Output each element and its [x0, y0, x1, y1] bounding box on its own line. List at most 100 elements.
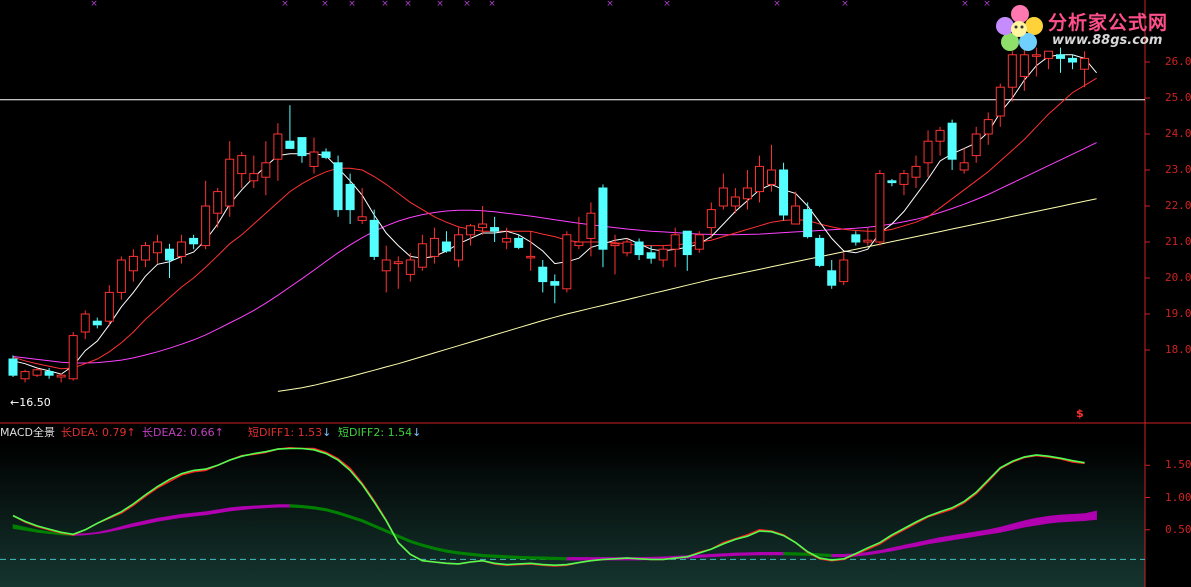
dea-ribbon-segment	[698, 553, 712, 558]
candle-body	[682, 230, 692, 256]
price-mark-symbol: $	[1076, 407, 1084, 420]
candle	[381, 245, 391, 293]
dea-ribbon-segment	[795, 552, 808, 556]
candle	[333, 155, 343, 217]
candle-body	[1031, 54, 1041, 57]
candle	[754, 155, 764, 203]
candle	[453, 227, 463, 268]
candle-body	[213, 191, 223, 214]
dea-ribbon-segment	[542, 556, 556, 561]
dea-ribbon-segment	[289, 504, 303, 509]
candle-body	[1080, 57, 1090, 70]
ma60-line	[277, 198, 1097, 392]
dea-ribbon-segment	[735, 552, 748, 556]
candle	[261, 141, 271, 196]
candle	[369, 209, 379, 260]
candle	[92, 317, 102, 329]
dea-ribbon-segment	[711, 553, 724, 558]
logo-site-url[interactable]: www.88gs.com	[1052, 33, 1162, 48]
candle-body	[261, 162, 271, 178]
candle-body	[249, 173, 259, 182]
candle-body	[44, 371, 54, 376]
price-tick-label: 19.00	[1165, 307, 1191, 320]
candle	[911, 155, 921, 188]
top-date-marker: ×	[404, 0, 412, 9]
candle	[935, 126, 945, 156]
candle	[887, 179, 897, 187]
candle	[658, 245, 668, 268]
legend-diff1-label: 短DIFF1: 1.53	[248, 426, 323, 439]
ma10-line	[12, 77, 1097, 370]
candle-body	[742, 187, 752, 200]
candle	[321, 148, 331, 160]
top-date-marker: ×	[321, 0, 329, 9]
candle	[393, 256, 403, 289]
candle	[213, 188, 223, 228]
price-tick-label: 20.00	[1165, 271, 1191, 284]
candle	[779, 162, 789, 221]
candle-body	[466, 225, 476, 236]
price-marker-label: ←16.50	[10, 396, 51, 409]
candle-body	[490, 227, 500, 232]
top-date-marker: ×	[961, 0, 969, 9]
arrow-up-icon: ↑	[126, 426, 136, 439]
top-date-marker: ×	[773, 0, 781, 9]
dea-ribbon-segment	[783, 552, 796, 556]
candle-body	[177, 241, 187, 257]
candle	[1080, 51, 1090, 88]
candle	[44, 368, 54, 379]
candle	[863, 227, 873, 246]
candle-body	[1007, 54, 1017, 88]
candle	[140, 242, 150, 268]
candle-body	[1068, 57, 1078, 63]
candle-body	[381, 259, 391, 272]
legend-item-diff2: 短DIFF2: 1.54↓	[338, 424, 421, 440]
candle	[68, 332, 78, 381]
candle	[225, 141, 235, 217]
price-tick-label: 23.00	[1165, 163, 1191, 176]
candle	[104, 285, 114, 325]
price-tick-label: 21.00	[1165, 235, 1191, 248]
candle	[634, 238, 644, 260]
candle-body	[899, 173, 909, 185]
candles-group	[8, 47, 1090, 383]
candle	[851, 231, 861, 246]
dea-ribbon-segment	[494, 554, 507, 559]
candle	[20, 369, 30, 383]
candle	[803, 202, 813, 239]
logo-site-name: 分析家公式网	[1048, 12, 1169, 34]
candle-body	[718, 187, 728, 207]
candle-body	[20, 371, 30, 380]
candle-body	[827, 270, 837, 286]
candle-body	[779, 169, 789, 216]
candle	[815, 234, 825, 268]
candle-body	[875, 173, 885, 243]
dea-ribbon-segment	[723, 552, 736, 557]
candle-body	[417, 243, 427, 268]
candle-body	[526, 255, 536, 259]
candle	[947, 119, 957, 170]
candle-body	[333, 162, 343, 211]
candle-body	[983, 119, 993, 135]
candle	[622, 238, 632, 257]
candle-body	[321, 151, 331, 158]
candle-body	[863, 239, 873, 243]
stock-chart-canvas: × × × × × × × × × × × × × × ×	[0, 0, 1191, 587]
top-date-marker: ×	[281, 0, 289, 9]
dea-ribbon-segment	[554, 556, 568, 561]
candle	[875, 170, 885, 246]
candle-body	[514, 237, 524, 248]
top-date-marker: ×	[463, 0, 471, 9]
candle-body	[357, 216, 367, 221]
candle-body	[1019, 54, 1029, 77]
indicator-title[interactable]: MACD全景	[0, 424, 55, 440]
top-date-marker: ×	[841, 0, 849, 9]
candle	[152, 234, 162, 264]
dea-ribbon-segment	[747, 552, 760, 556]
candle	[694, 231, 704, 253]
candle	[429, 227, 439, 264]
candle-body	[839, 259, 849, 283]
dea-ribbon-segment	[1048, 514, 1061, 524]
candle-body	[405, 259, 415, 275]
candle	[767, 144, 777, 192]
